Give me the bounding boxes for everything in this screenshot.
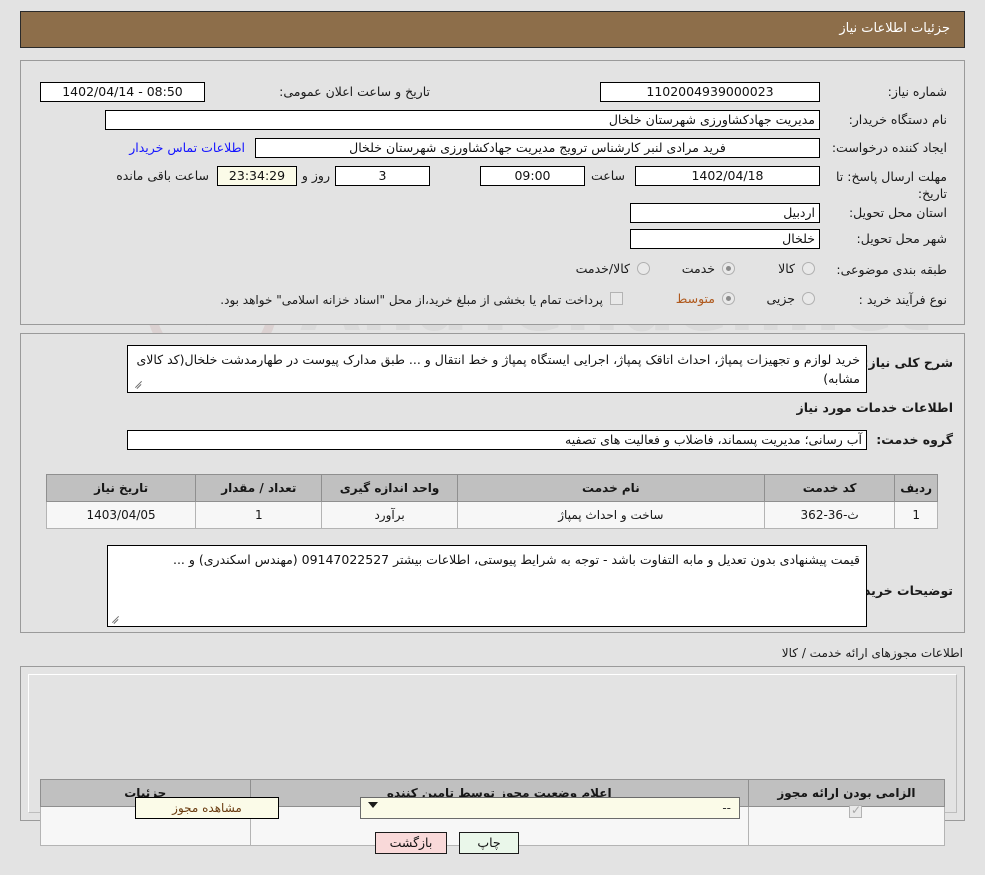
- page-title: جزئیات اطلاعات نیاز: [839, 21, 950, 36]
- services-table: ردیف کد خدمت نام خدمت واحد اندازه گیری ت…: [45, 474, 938, 529]
- delivery-city-field[interactable]: خلخال: [630, 229, 820, 249]
- cell-quantity: 1: [195, 501, 323, 529]
- buyer-org-field[interactable]: مدیریت جهادکشاورزی شهرستان خلخال: [105, 110, 820, 130]
- col-need-date: تاریخ نیاز: [45, 474, 197, 502]
- back-button[interactable]: بازگشت: [375, 832, 447, 854]
- request-creator-field[interactable]: فرید مرادی لنبر کارشناس ترویج مدیریت جها…: [255, 138, 820, 158]
- category-option-kala[interactable]: کالا: [778, 261, 795, 276]
- process-radio-jozei[interactable]: [802, 292, 815, 305]
- deadline-date-field[interactable]: 1402/04/18: [635, 166, 820, 186]
- process-option-jozei[interactable]: جزیی: [766, 291, 795, 306]
- services-section-heading: اطلاعات خدمات مورد نیاز: [796, 400, 954, 415]
- buyer-notes-resize-handle[interactable]: [110, 612, 120, 622]
- services-table-header-row: ردیف کد خدمت نام خدمت واحد اندازه گیری ت…: [45, 474, 938, 502]
- license-required-checkbox: [849, 803, 862, 818]
- cell-service-code: ث-36-362: [763, 501, 896, 529]
- service-group-label: گروه خدمت:: [876, 432, 953, 447]
- process-radio-motevaset[interactable]: [722, 292, 735, 305]
- description-resize-handle[interactable]: [133, 377, 143, 387]
- category-option-khedmat[interactable]: خدمت: [682, 261, 715, 276]
- remaining-days-field[interactable]: 3: [335, 166, 430, 186]
- col-service-code: کد خدمت: [763, 474, 896, 502]
- page-root: AnaTender.net جزئیات اطلاعات نیاز شماره …: [0, 0, 985, 875]
- category-option-kala-khedmat[interactable]: کالا/خدمت: [576, 261, 630, 276]
- chevron-down-icon: [368, 802, 378, 808]
- need-number-field[interactable]: 1102004939000023: [600, 82, 820, 102]
- treasury-bond-note: پرداخت تمام یا بخشی از مبلغ خرید،از محل …: [220, 293, 603, 307]
- need-description-textarea[interactable]: خرید لوازم و تجهیزات پمپاژ، احداث اتاقک …: [127, 345, 867, 393]
- deadline-time-field[interactable]: 09:00: [480, 166, 585, 186]
- buyer-org-label: نام دستگاه خریدار:: [848, 112, 947, 127]
- col-quantity: تعداد / مقدار: [195, 474, 323, 502]
- license-status-select[interactable]: --: [360, 797, 740, 819]
- category-label: طبقه بندی موضوعی:: [836, 262, 947, 277]
- cell-service-name: ساخت و احداث پمپاژ: [456, 501, 766, 529]
- delivery-province-label: استان محل تحویل:: [848, 205, 947, 220]
- header-bar: جزئیات اطلاعات نیاز: [20, 11, 965, 48]
- col-license-required: الزامی بودن ارائه مجوز: [747, 779, 946, 807]
- need-number-label: شماره نیاز:: [887, 84, 947, 99]
- announce-datetime-field[interactable]: 08:50 - 1402/04/14: [40, 82, 205, 102]
- cell-unit: برآورد: [321, 501, 458, 529]
- table-row: 1 ث-36-362 ساخت و احداث پمپاژ برآورد 1 1…: [45, 501, 938, 529]
- delivery-province-field[interactable]: اردبیل: [630, 203, 820, 223]
- delivery-city-label: شهر محل تحویل:: [856, 231, 947, 246]
- countdown-timer-field: 23:34:29: [217, 166, 297, 186]
- col-service-name: نام خدمت: [456, 474, 766, 502]
- treasury-bond-checkbox[interactable]: [610, 292, 623, 305]
- cell-need-date: 1403/04/05: [45, 501, 197, 529]
- deadline-label: مهلت ارسال پاسخ: تا تاریخ:: [827, 168, 947, 202]
- license-status-value: --: [722, 801, 731, 815]
- deadline-label-text: مهلت ارسال پاسخ: تا تاریخ:: [836, 169, 947, 201]
- service-group-field[interactable]: آب رسانی؛ مدیریت پسماند، فاضلاب و فعالیت…: [127, 430, 867, 450]
- licenses-section-heading: اطلاعات مجوزهای ارائه خدمت / کالا: [781, 646, 963, 660]
- countdown-label: ساعت باقی مانده: [116, 168, 209, 183]
- remaining-days-label: روز و: [301, 168, 330, 183]
- request-creator-label: ایجاد کننده درخواست:: [831, 140, 947, 155]
- category-radio-kala-khedmat[interactable]: [637, 262, 650, 275]
- cell-license-required: [747, 806, 946, 846]
- col-unit: واحد اندازه گیری: [321, 474, 458, 502]
- cell-row-no: 1: [894, 501, 938, 529]
- buyer-notes-textarea[interactable]: قیمت پیشنهادی بدون تعدیل و مابه التفاوت …: [107, 545, 867, 627]
- category-radio-kala[interactable]: [802, 262, 815, 275]
- view-license-button[interactable]: مشاهده مجوز: [135, 797, 279, 819]
- process-type-label: نوع فرآیند خرید :: [858, 292, 947, 307]
- print-button[interactable]: چاپ: [459, 832, 519, 854]
- category-radio-khedmat[interactable]: [722, 262, 735, 275]
- announce-datetime-label: تاریخ و ساعت اعلان عمومی:: [279, 84, 430, 99]
- process-option-motevaset[interactable]: متوسط: [676, 291, 715, 306]
- deadline-time-label: ساعت: [590, 168, 625, 183]
- col-row-no: ردیف: [894, 474, 938, 502]
- need-description-label: شرح کلی نیاز:: [863, 355, 953, 370]
- buyer-contact-link[interactable]: اطلاعات تماس خریدار: [129, 140, 245, 155]
